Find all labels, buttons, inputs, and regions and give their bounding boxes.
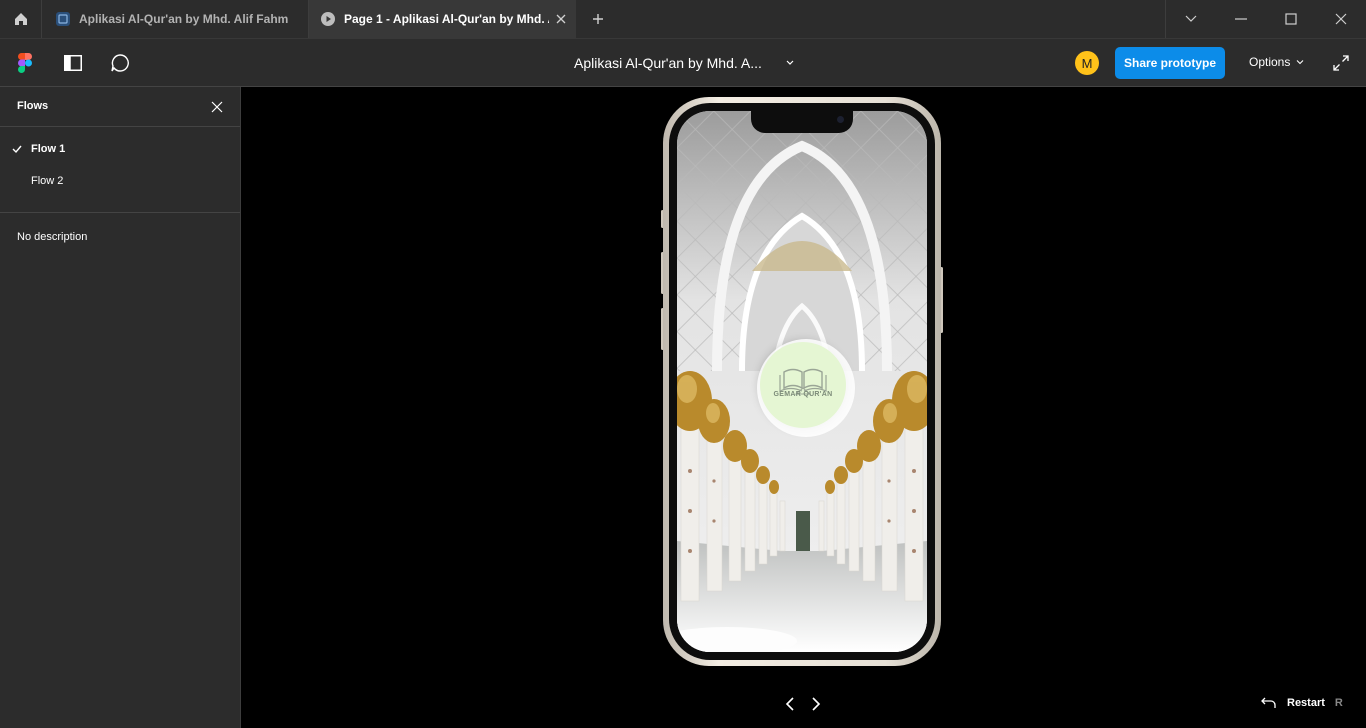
prototype-canvas[interactable]: GEMAR QUR'AN Restart R [241, 87, 1366, 728]
phone-notch [751, 111, 853, 133]
share-prototype-button[interactable]: Share prototype [1115, 47, 1225, 79]
chevron-down-icon[interactable] [785, 57, 795, 67]
flows-sidebar: Flows Flow 1 Flow 2 No description [0, 87, 241, 728]
quran-book-icon [779, 368, 827, 395]
close-icon[interactable] [210, 100, 224, 114]
chevron-down-icon [1296, 60, 1304, 65]
maximize-button[interactable] [1266, 0, 1316, 38]
tab-label: Aplikasi Al-Qur'an by Mhd. Alif Fahmi [79, 12, 289, 26]
check-icon [12, 145, 22, 154]
flow-description: No description [17, 231, 88, 243]
comments-button[interactable] [108, 51, 132, 75]
fullscreen-icon[interactable] [1333, 55, 1349, 71]
options-label: Options [1249, 55, 1291, 69]
home-icon [14, 13, 27, 25]
plus-icon [593, 14, 603, 24]
new-tab-button[interactable] [588, 10, 608, 28]
sidebar-icon [64, 55, 82, 71]
toolbar: Aplikasi Al-Qur'an by Mhd. A... M Share … [0, 38, 1366, 87]
sidebar-header: Flows [0, 87, 240, 127]
window-close-button[interactable] [1316, 0, 1366, 38]
minimize-button[interactable] [1216, 0, 1266, 38]
toggle-sidebar-button[interactable] [61, 51, 85, 75]
play-icon [321, 12, 335, 26]
tab-file[interactable]: Aplikasi Al-Qur'an by Mhd. Alif Fahmi [42, 0, 309, 38]
chevron-down-icon [1185, 15, 1197, 22]
options-button[interactable]: Options [1249, 55, 1304, 69]
flow-item-2[interactable]: Flow 2 [0, 165, 240, 197]
maximize-icon [1285, 13, 1297, 25]
avatar[interactable]: M [1075, 51, 1099, 75]
figma-logo-icon [18, 53, 32, 73]
prototype-screen[interactable]: GEMAR QUR'AN [677, 111, 927, 652]
camera-icon [837, 116, 844, 123]
app-logo[interactable]: GEMAR QUR'AN [760, 342, 846, 428]
tab-bar: Aplikasi Al-Qur'an by Mhd. Alif Fahmi Pa… [0, 0, 1366, 38]
home-button[interactable] [0, 0, 42, 38]
logo-text: GEMAR QUR'AN [773, 391, 833, 398]
close-icon [1335, 13, 1347, 25]
sidebar-title: Flows [17, 100, 49, 112]
minimize-icon [1235, 18, 1247, 20]
comment-icon [111, 54, 129, 72]
main-menu-button[interactable] [13, 51, 37, 75]
figma-file-icon [56, 12, 70, 26]
close-icon[interactable] [554, 12, 568, 26]
next-frame-button[interactable] [807, 696, 823, 712]
flow-label: Flow 2 [31, 175, 64, 187]
restart-icon [1261, 697, 1276, 708]
tab-prototype[interactable]: Page 1 - Aplikasi Al-Qur'an by Mhd. Alif… [309, 0, 576, 38]
previous-frame-button[interactable] [783, 696, 799, 712]
tab-label: Page 1 - Aplikasi Al-Qur'an by Mhd. Alif… [344, 12, 549, 26]
restart-label: Restart [1287, 697, 1325, 709]
flow-label: Flow 1 [31, 143, 66, 155]
divider [0, 212, 240, 213]
file-title[interactable]: Aplikasi Al-Qur'an by Mhd. A... [574, 55, 762, 71]
tab-list-button[interactable] [1166, 0, 1216, 38]
restart-button[interactable]: Restart R [1261, 696, 1343, 710]
restart-shortcut: R [1334, 697, 1343, 709]
phone-frame: GEMAR QUR'AN [663, 97, 941, 666]
flow-item-1[interactable]: Flow 1 [0, 133, 240, 165]
